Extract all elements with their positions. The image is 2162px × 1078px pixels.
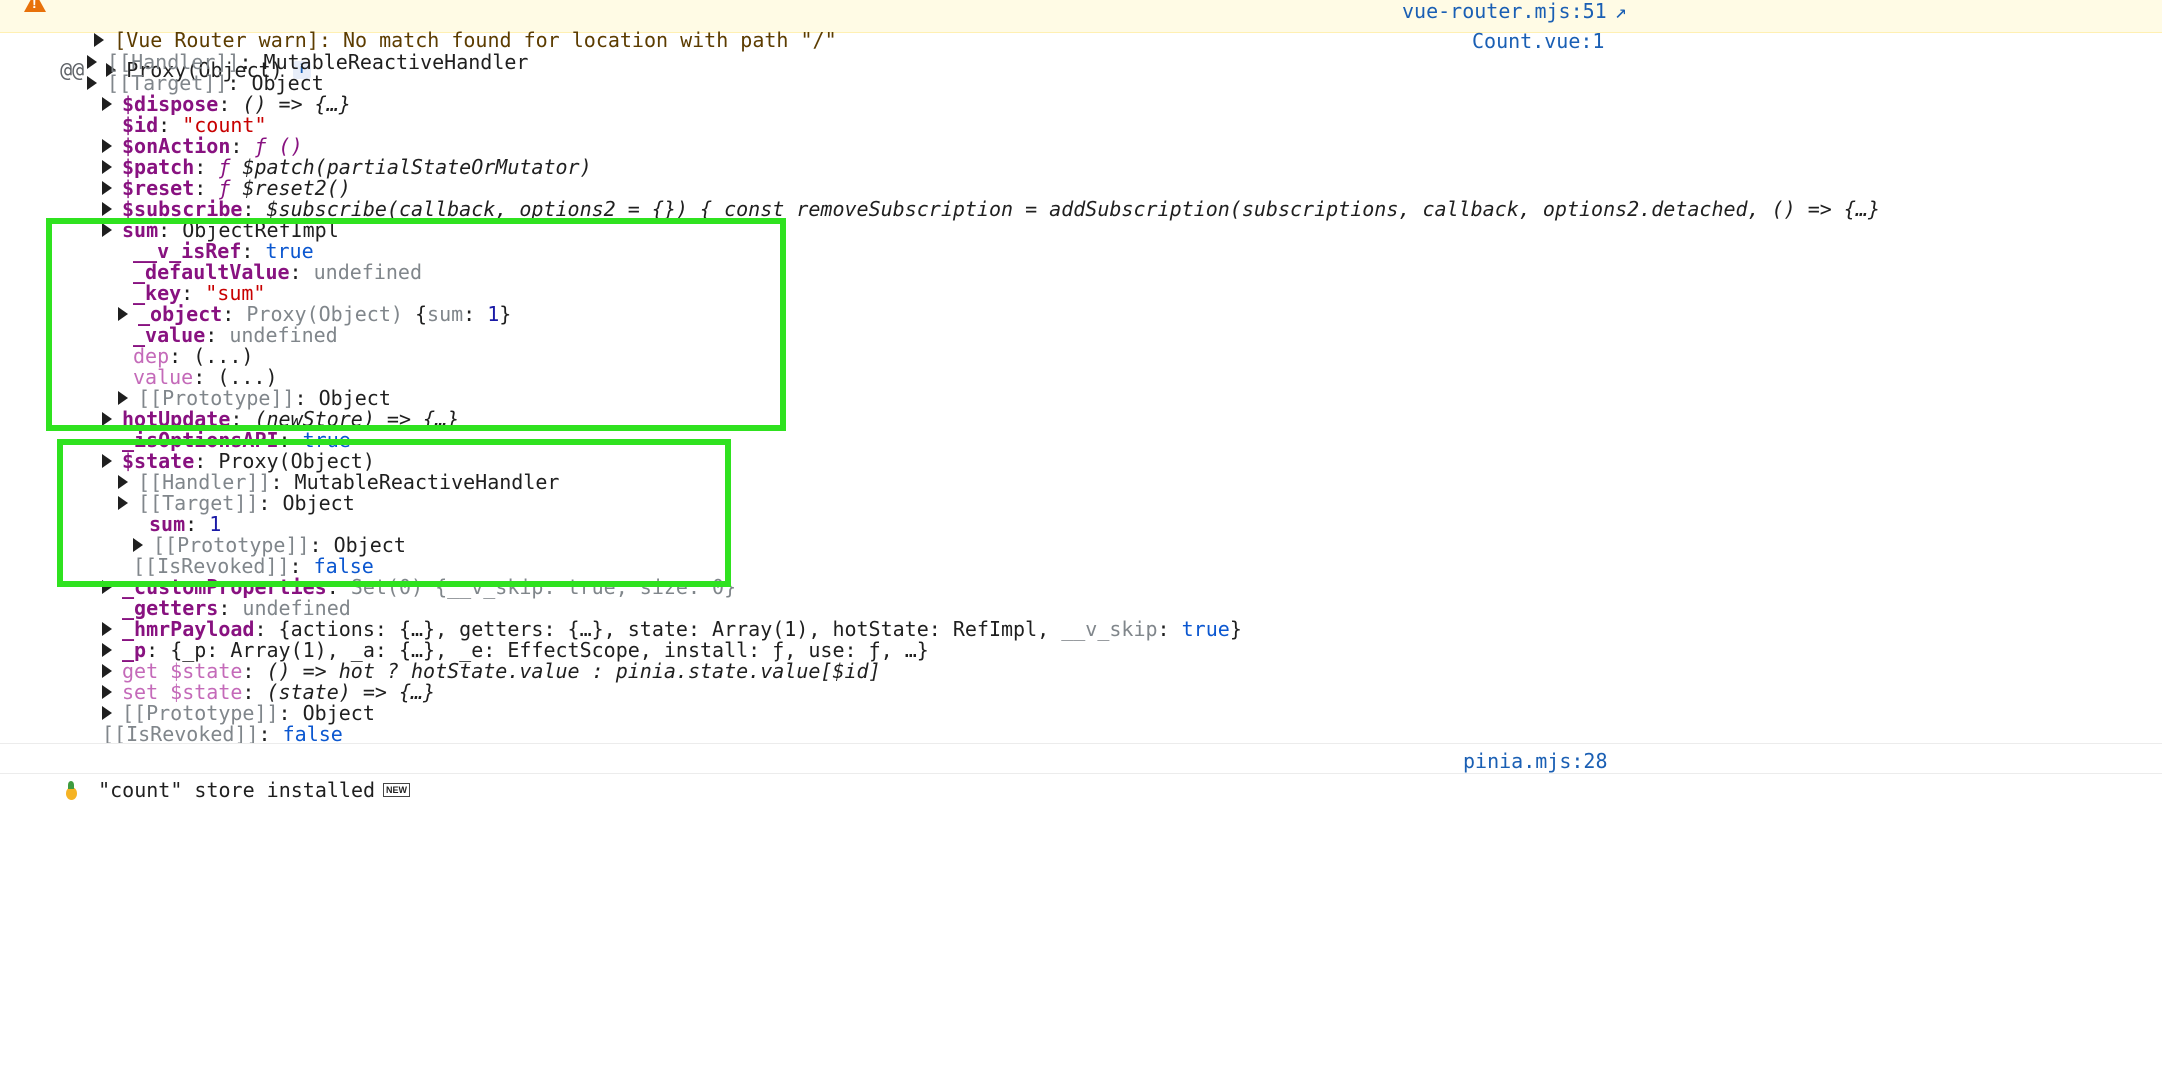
expand-triangle-icon[interactable] — [102, 138, 112, 153]
expand-triangle-icon[interactable] — [102, 201, 112, 216]
count-vue-source-link[interactable]: Count.vue:1 — [1472, 27, 1604, 56]
expand-triangle-icon[interactable] — [118, 474, 128, 489]
warning-message-row[interactable]: [Vue Router warn]: No match found for lo… — [0, 0, 2162, 52]
expand-triangle-icon[interactable] — [133, 537, 143, 552]
expand-triangle-icon[interactable] — [118, 390, 128, 405]
console-separator — [0, 773, 2162, 774]
new-badge: NEW — [383, 782, 411, 797]
expand-triangle-icon[interactable] — [102, 684, 112, 699]
tree-row-root-isrevoked: [[IsRevoked]]: false — [102, 722, 343, 746]
log-prefix: @@ — [60, 58, 85, 82]
console-separator — [0, 743, 2162, 744]
pineapple-icon — [64, 781, 78, 800]
pinia-source-link[interactable]: pinia.mjs:28 — [1463, 747, 1608, 776]
expand-triangle-icon[interactable] — [102, 222, 112, 237]
expand-triangle-icon[interactable] — [87, 75, 97, 90]
pinia-log-row[interactable]: "count" store installed NEW — [40, 747, 411, 802]
warning-icon — [24, 0, 46, 12]
warning-text-row: [Vue Router warn]: No match found for lo… — [46, 0, 837, 52]
expand-triangle-icon[interactable] — [102, 453, 112, 468]
pinia-message: "count" store installed — [98, 778, 376, 802]
expand-triangle-icon[interactable] — [118, 495, 128, 510]
expand-triangle-icon[interactable] — [87, 54, 97, 69]
expand-triangle-icon[interactable] — [102, 621, 112, 636]
expand-triangle-icon[interactable] — [102, 705, 112, 720]
expand-triangle-icon[interactable] — [102, 411, 112, 426]
expand-triangle-icon[interactable] — [102, 180, 112, 195]
expand-triangle-icon[interactable] — [118, 306, 128, 321]
expand-triangle-icon[interactable] — [102, 96, 112, 111]
warning-source-link[interactable]: vue-router.mjs:51 ↗ — [1402, 0, 1627, 26]
expand-triangle-icon[interactable] — [102, 663, 112, 678]
tree-row-subscribe[interactable]: $subscribe: $subscribe(callback, options… — [102, 195, 1880, 224]
expand-triangle-icon[interactable] — [102, 579, 112, 594]
expand-triangle-icon[interactable] — [102, 642, 112, 657]
expand-triangle-icon[interactable] — [102, 159, 112, 174]
